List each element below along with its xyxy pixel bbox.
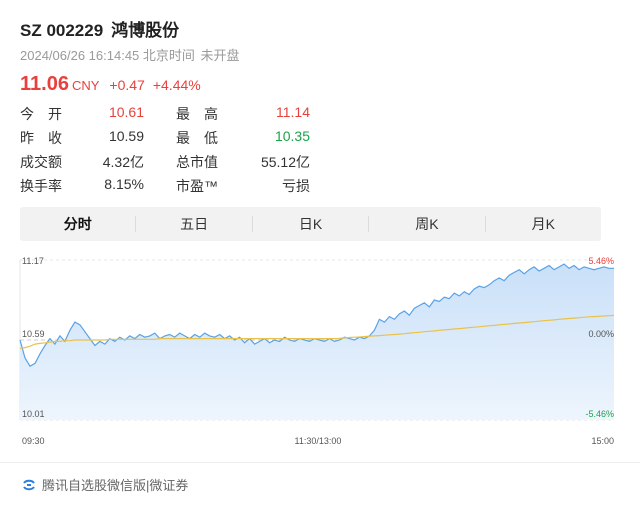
intraday-chart[interactable]: 11.17 10.59 10.01 5.46% 0.00% -5.46% 09:30 11:3… xyxy=(0,250,640,455)
stat-value-market-cap: 55.12亿 xyxy=(260,154,310,170)
footer: 腾讯自选股微信版|微证券 xyxy=(0,462,640,511)
stat-label-turnover-rate: 换手率 xyxy=(20,178,62,194)
x-tick: 15:00 xyxy=(591,436,614,446)
currency: CNY xyxy=(71,78,100,93)
stat-value-low: 10.35 xyxy=(274,128,310,144)
tencent-stock-logo-icon xyxy=(23,479,35,490)
stat-value-pe: 亏损 xyxy=(282,178,310,194)
x-tick: 09:30 xyxy=(22,436,45,446)
y-tick-left: 11.17 xyxy=(22,256,44,266)
stat-row: 成交额 4.32亿 总市值 55.12亿 xyxy=(20,152,310,176)
price-change-pct: +4.44% xyxy=(152,77,201,93)
stat-row: 今开 10.61 最高 11.14 xyxy=(20,104,310,128)
market-status: 未开盘 xyxy=(200,48,240,63)
stat-label-market-cap: 总市值 xyxy=(176,154,218,170)
y-tick-right: 5.46% xyxy=(588,256,614,266)
stat-value-high: 11.14 xyxy=(276,104,310,120)
period-tabs: 分时 五日 日K 周K 月K xyxy=(20,207,601,241)
y-tick-right: 0.00% xyxy=(588,329,614,339)
price-area-fill xyxy=(20,264,614,420)
timestamp-text: 2024/06/26 16:14:45 北京时间 xyxy=(20,48,195,63)
stat-value-open: 10.61 xyxy=(108,104,144,120)
y-tick-left: 10.01 xyxy=(22,409,45,419)
stat-value-prev-close: 10.59 xyxy=(108,128,144,144)
tab-daily-k[interactable]: 日K xyxy=(253,207,368,241)
stock-title: SZ 002229 鸿博股份 xyxy=(20,16,179,41)
y-tick-right: -5.46% xyxy=(585,409,614,419)
stat-label-prev-close: 昨收 xyxy=(20,130,76,146)
stat-label-turnover: 成交额 xyxy=(20,154,62,170)
footer-text: 腾讯自选股微信版|微证券 xyxy=(42,478,189,493)
x-tick: 11:30/13:00 xyxy=(295,436,342,446)
quote-timestamp: 2024/06/26 16:14:45 北京时间 未开盘 xyxy=(20,45,242,64)
stat-row: 换手率 8.15% 市盈™ 亏损 xyxy=(20,176,310,200)
footer-brand[interactable]: 腾讯自选股微信版|微证券 xyxy=(22,475,188,494)
tab-five-day[interactable]: 五日 xyxy=(136,207,251,241)
stock-code: SZ 002229 xyxy=(20,21,104,40)
y-tick-left: 10.59 xyxy=(22,329,45,339)
stock-quote-card: SZ 002229 鸿博股份 2024/06/26 16:14:45 北京时间 未… xyxy=(0,0,640,510)
stat-value-turnover-rate: 8.15% xyxy=(104,176,144,192)
tab-monthly-k[interactable]: 月K xyxy=(486,207,601,241)
tab-weekly-k[interactable]: 周K xyxy=(369,207,484,241)
price-row: 11.06 CNY +0.47 +4.44% xyxy=(20,73,201,96)
stat-label-pe: 市盈™ xyxy=(176,178,218,194)
stat-row: 昨收 10.59 最低 10.35 xyxy=(20,128,310,152)
price-change: +0.47 xyxy=(109,77,145,93)
stock-name: 鸿博股份 xyxy=(111,21,180,40)
stat-value-turnover: 4.32亿 xyxy=(102,154,144,170)
stat-label-open: 今开 xyxy=(20,106,76,122)
stats-grid: 今开 10.61 最高 11.14 昨收 10.59 最低 10.35 成交额 … xyxy=(20,104,310,200)
stat-label-low: 最低 xyxy=(176,130,232,146)
stat-label-high: 最高 xyxy=(176,106,232,122)
tab-intraday[interactable]: 分时 xyxy=(20,207,135,241)
current-price: 11.06 xyxy=(20,73,69,95)
